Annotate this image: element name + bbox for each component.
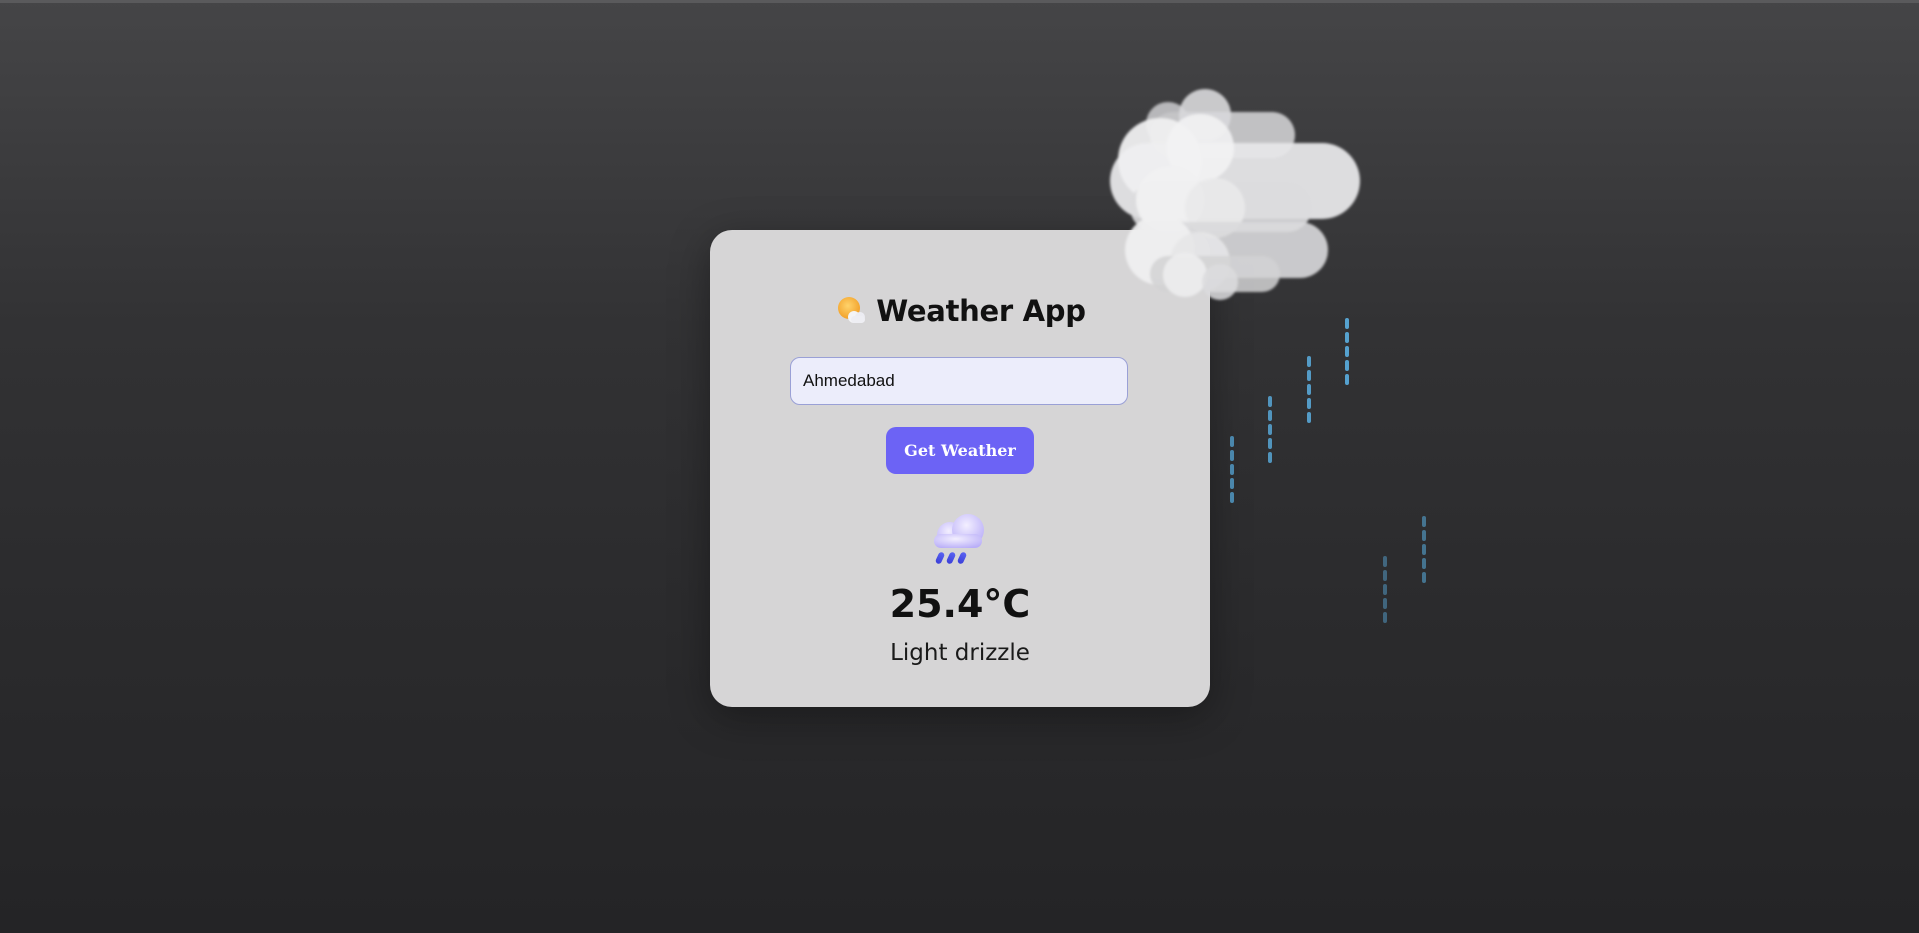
window-top-edge (0, 0, 1919, 3)
weather-card: Weather App Get Weather 25.4°C Light dri… (710, 230, 1210, 707)
sun-behind-cloud-icon (838, 297, 866, 323)
weather-description: Light drizzle (890, 640, 1030, 666)
city-search-input[interactable] (790, 357, 1128, 405)
cloud-with-rain-icon (934, 514, 984, 564)
get-weather-button[interactable]: Get Weather (886, 427, 1034, 474)
app-title-text: Weather App (876, 294, 1086, 328)
temperature-value: 25.4°C (889, 582, 1031, 626)
app-title: Weather App (710, 294, 1210, 328)
